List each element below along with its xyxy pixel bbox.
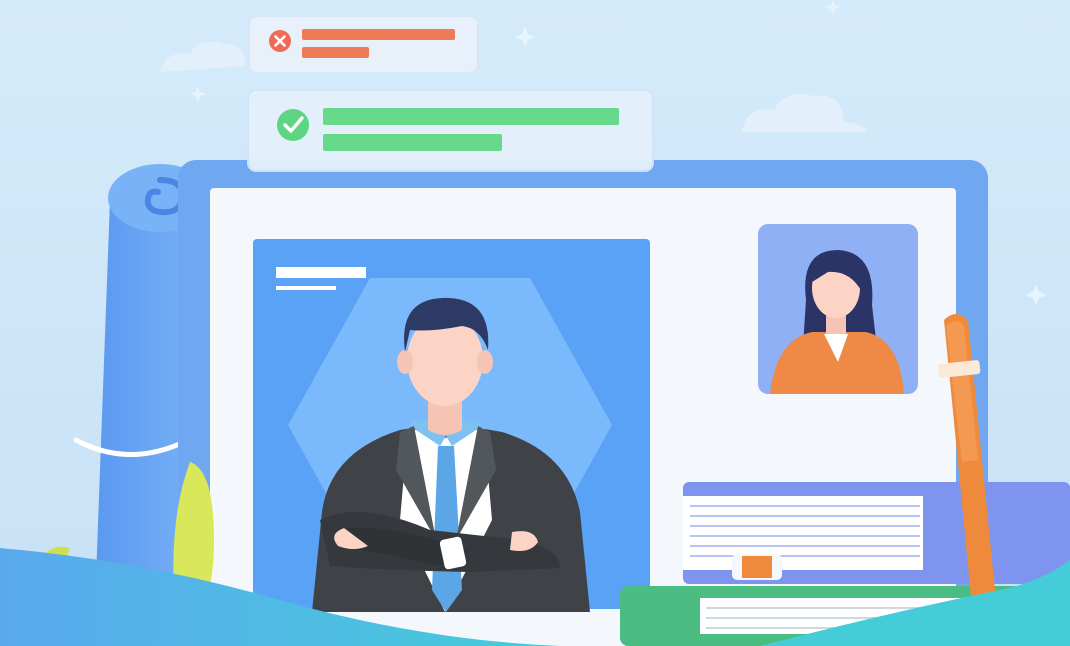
success-line-1 xyxy=(323,108,619,125)
error-line-1 xyxy=(302,29,455,40)
success-line-2 xyxy=(323,134,502,151)
recruitment-illustration xyxy=(0,0,1070,646)
sparkle-4 xyxy=(826,0,840,14)
sparkle-2 xyxy=(190,86,206,102)
name-line-1 xyxy=(276,267,366,278)
name-line-2 xyxy=(276,286,336,290)
checkmark-icon xyxy=(277,109,309,141)
sparkle-3 xyxy=(1025,284,1047,306)
right-ear xyxy=(477,350,493,374)
error-notification-card xyxy=(248,15,479,74)
left-ear xyxy=(397,350,413,374)
sparkle-1 xyxy=(514,26,536,48)
cloud-left xyxy=(160,41,246,72)
applicant-thumbnail xyxy=(758,224,918,394)
cloud-right xyxy=(742,93,866,132)
success-notification-card xyxy=(247,89,654,172)
error-line-2 xyxy=(302,47,369,58)
